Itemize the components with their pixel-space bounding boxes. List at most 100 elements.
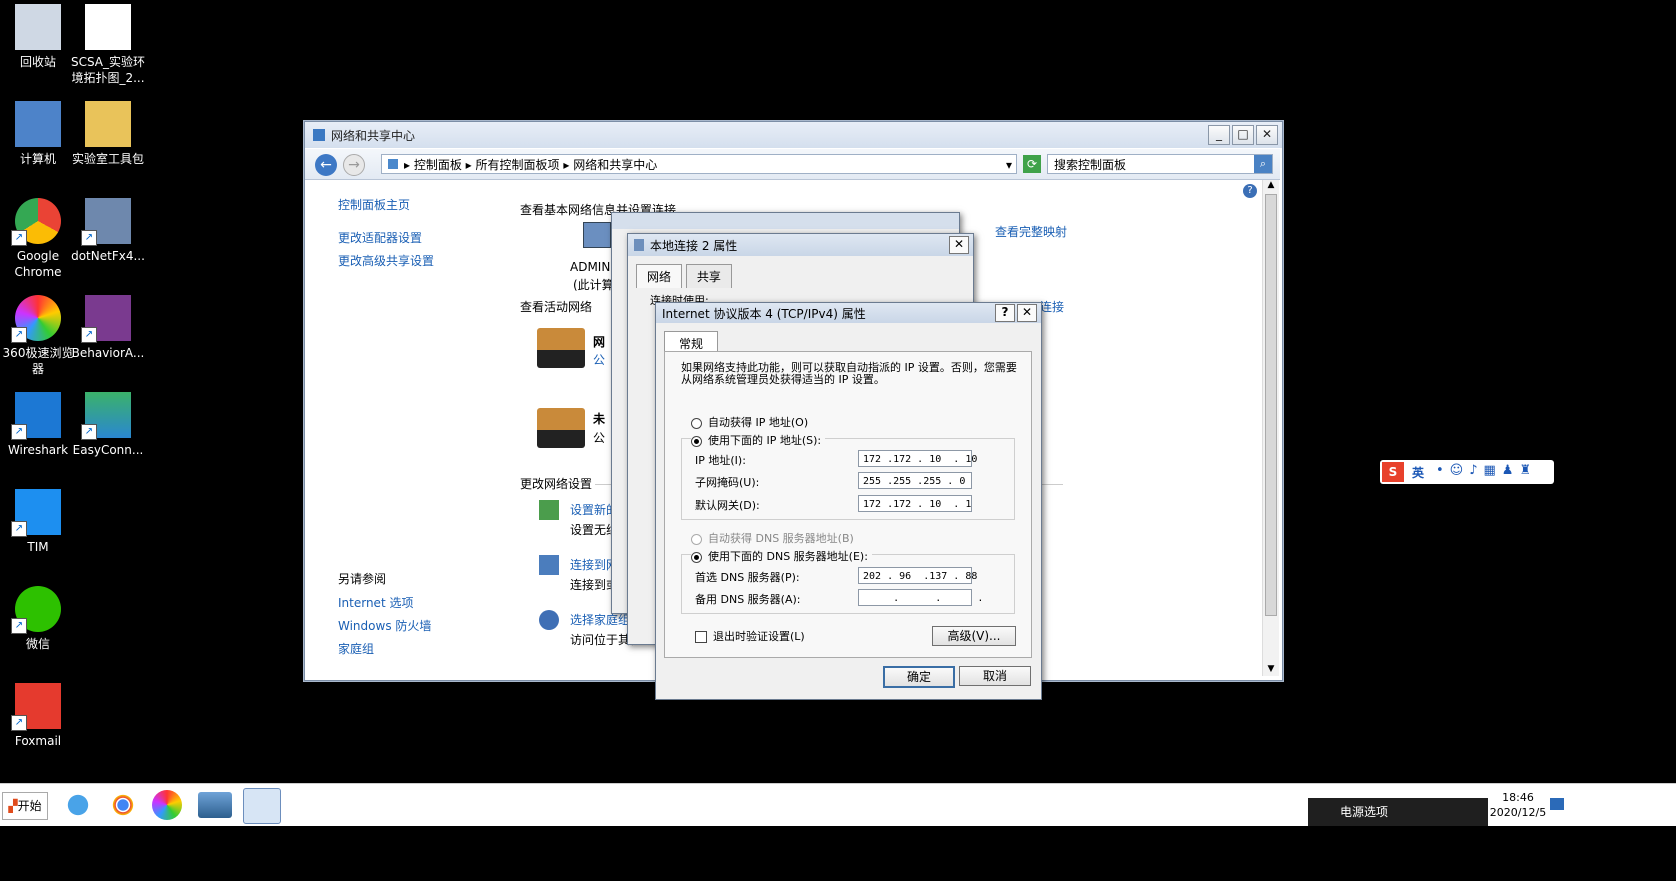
network2-name: 未 — [593, 412, 606, 426]
description-text: 如果网络支持此功能，则可以获取自动指派的 IP 设置。否则，您需要从网络系统管理… — [681, 361, 1017, 386]
see-also-homegroup[interactable]: 家庭组 — [338, 640, 374, 657]
desktop-icon-6[interactable]: ↗ 360极速浏览器 — [0, 295, 76, 377]
minimize-button[interactable]: _ — [1208, 125, 1230, 145]
search-input[interactable]: 搜索控制面板 ⌕ — [1047, 154, 1273, 174]
tab-sharing[interactable]: 共享 — [685, 264, 732, 288]
desktop-icon-7[interactable]: ↗ BehaviorA... — [70, 295, 146, 361]
preferred-dns-label: 首选 DNS 服务器(P): — [695, 571, 800, 584]
forward-button[interactable]: → — [343, 154, 365, 176]
desktop-icon-9[interactable]: ↗ EasyConn... — [70, 392, 146, 458]
search-icon[interactable]: ⌕ — [1254, 155, 1272, 173]
desktop-icon-label: Wireshark — [7, 443, 69, 457]
desktop-icon-8[interactable]: ↗ Wireshark — [0, 392, 76, 458]
360-browser-icon: ↗ — [11, 295, 61, 343]
ie-taskbar-icon[interactable] — [60, 788, 96, 822]
desktop-icon-label: Google Chrome — [14, 249, 62, 279]
chrome-taskbar-icon[interactable] — [105, 788, 141, 822]
desktop-icon-label: 回收站 — [19, 55, 56, 69]
desktop-icon-0[interactable]: 回收站 — [0, 4, 76, 70]
dialog-title: Internet 协议版本 4 (TCP/IPv4) 属性 — [662, 306, 866, 321]
sidebar-home-link[interactable]: 控制面板主页 — [338, 196, 410, 213]
alternate-dns-field[interactable]: . . . — [858, 589, 983, 606]
window-title: 网络和共享中心 — [331, 128, 416, 143]
easyconnect-icon: ↗ — [81, 392, 131, 440]
refresh-button[interactable]: ⟳ — [1023, 155, 1041, 173]
connect-link[interactable]: 连接 — [1040, 298, 1064, 315]
desktop-icon-2[interactable]: 计算机 — [0, 101, 76, 167]
close-button[interactable]: ✕ — [1017, 304, 1037, 322]
clock[interactable]: 18:46 2020/12/5 — [1488, 790, 1548, 820]
ime-toolbar[interactable]: S 英 •☺♪▦♟♜ — [1380, 460, 1554, 484]
dialog-title-bar[interactable]: 本地连接 2 属性 ✕ — [628, 234, 973, 256]
chevron-down-icon[interactable]: ▾ — [1006, 155, 1012, 175]
view-full-map-link[interactable]: 查看完整映射 — [995, 223, 1067, 240]
change-settings-title: 更改网络设置 — [520, 477, 593, 491]
validate-checkbox[interactable]: 退出时验证设置(L) — [695, 628, 805, 644]
desktop-icon-3[interactable]: 实验室工具包 — [70, 101, 146, 167]
desktop-icon-4[interactable]: ↗ Google Chrome — [0, 198, 76, 280]
auto-dns-option[interactable]: 自动获得 DNS 服务器地址(B) — [691, 530, 854, 546]
desktop-icon-5[interactable]: ↗ dotNetFx4... — [70, 198, 146, 264]
network2-type: 公 — [593, 431, 606, 445]
scroll-up-icon[interactable]: ▲ — [1263, 180, 1279, 192]
title-bar[interactable]: 网络和共享中心 _ □ ✕ — [305, 122, 1282, 148]
network1-type[interactable]: 公 — [593, 351, 605, 368]
sidebar-item-adapter[interactable]: 更改适配器设置 — [338, 229, 422, 246]
network-adapter-icon — [634, 239, 644, 251]
auto-ip-option[interactable]: 自动获得 IP 地址(O) — [691, 414, 808, 430]
close-button[interactable]: ✕ — [949, 236, 969, 254]
manual-ip-option[interactable]: 使用下面的 IP 地址(S): — [691, 432, 826, 448]
ime-tools-icon[interactable]: •☺♪▦♟♜ — [1436, 463, 1537, 478]
image-file-icon — [85, 4, 131, 50]
breadcrumb-item-1[interactable]: 控制面板 — [414, 158, 462, 172]
scroll-down-icon[interactable]: ▼ — [1263, 664, 1279, 676]
control-panel-taskbar-icon[interactable] — [243, 788, 281, 824]
gateway-field[interactable]: 172 .172 . 10 . 1 — [858, 495, 972, 512]
shortcut-arrow-icon: ↗ — [11, 715, 27, 731]
task-icon-1 — [539, 500, 559, 520]
sidebar: 控制面板主页 更改适配器设置 更改高级共享设置 另请参阅 Internet 选项… — [305, 180, 505, 678]
help-button[interactable]: ? — [995, 304, 1015, 322]
manual-dns-option[interactable]: 使用下面的 DNS 服务器地址(E): — [691, 548, 872, 564]
back-button[interactable]: ← — [315, 154, 337, 176]
ime-language[interactable]: 英 — [1412, 464, 1424, 481]
scroll-thumb[interactable] — [1265, 194, 1277, 616]
preferred-dns-field[interactable]: 202 . 96 .137 . 88 — [858, 567, 977, 584]
360-browser-taskbar-icon[interactable] — [152, 790, 182, 820]
desktop-icon-label: 计算机 — [19, 152, 56, 166]
breadcrumb[interactable]: ▸ 控制面板 ▸ 所有控制面板项 ▸ 网络和共享中心 ▾ — [381, 154, 1017, 174]
desktop-icon-10[interactable]: ↗ TIM — [0, 489, 76, 555]
tab-network[interactable]: 网络 — [636, 264, 683, 288]
taskbar: ▞开始 电源选项 18:46 2020/12/5 — [0, 783, 1676, 826]
vertical-scrollbar[interactable]: ▲ ▼ — [1262, 180, 1279, 676]
tray-popup[interactable]: 电源选项 — [1308, 798, 1488, 826]
see-also-internet-options[interactable]: Internet 选项 — [338, 594, 413, 611]
subnet-mask-field[interactable]: 255 .255 .255 . 0 — [858, 472, 972, 489]
dialog-title-bar[interactable]: Internet 协议版本 4 (TCP/IPv4) 属性 ? ✕ — [656, 303, 1041, 323]
see-also-firewall[interactable]: Windows 防火墙 — [338, 617, 431, 634]
breadcrumb-item-3[interactable]: 网络和共享中心 — [573, 158, 657, 172]
start-label: 开始 — [17, 799, 42, 813]
ok-button[interactable]: 确定 — [883, 666, 955, 688]
advanced-button[interactable]: 高级(V)... — [932, 626, 1016, 646]
maximize-button[interactable]: □ — [1232, 125, 1254, 145]
ip-address-field[interactable]: 172 .172 . 10 . 10 — [858, 450, 977, 467]
auto-ip-label: 自动获得 IP 地址(O) — [708, 416, 809, 429]
breadcrumb-item-2[interactable]: 所有控制面板项 — [476, 158, 560, 172]
photo-viewer-taskbar-icon[interactable] — [198, 792, 232, 818]
desktop-icon-12[interactable]: ↗ Foxmail — [0, 683, 76, 749]
auto-dns-label: 自动获得 DNS 服务器地址(B) — [708, 532, 854, 545]
close-button[interactable]: ✕ — [1256, 125, 1278, 145]
show-desktop-icon[interactable] — [1550, 798, 1564, 810]
start-button[interactable]: ▞开始 — [2, 792, 48, 820]
computer-icon — [15, 101, 61, 147]
desktop-icon-1[interactable]: SCSA_实验环境拓扑图_2... — [70, 4, 146, 86]
ipv4-properties-dialog: Internet 协议版本 4 (TCP/IPv4) 属性 ? ✕ 常规 如果网… — [655, 302, 1042, 700]
cancel-button[interactable]: 取消 — [959, 666, 1031, 686]
manual-dns-label: 使用下面的 DNS 服务器地址(E): — [708, 550, 868, 563]
help-icon[interactable]: ? — [1243, 184, 1257, 198]
sidebar-item-advanced-sharing[interactable]: 更改高级共享设置 — [338, 252, 434, 269]
pc-sub: (此计算 — [573, 278, 614, 292]
desktop-icon-11[interactable]: ↗ 微信 — [0, 586, 76, 652]
see-also-title: 另请参阅 — [338, 572, 387, 586]
